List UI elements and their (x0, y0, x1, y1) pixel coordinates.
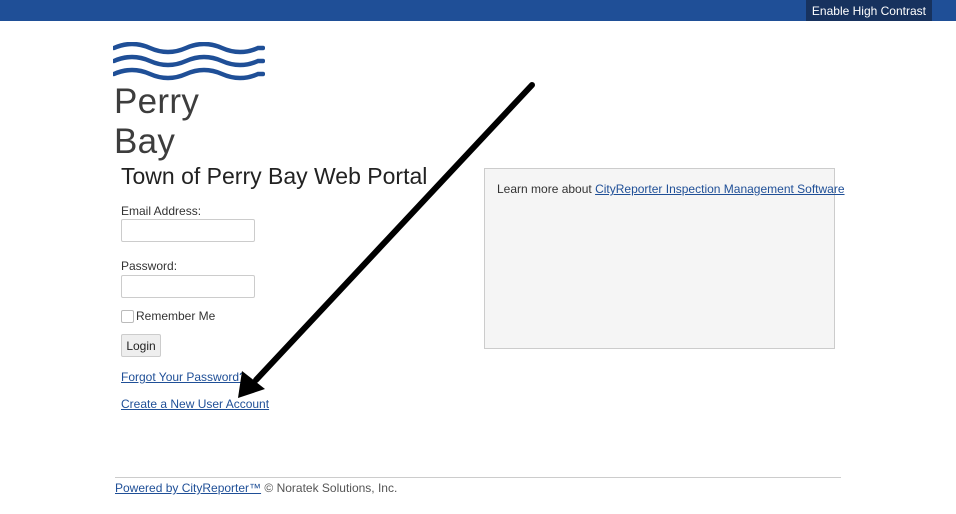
powered-by-link[interactable]: Powered by CityReporter™ (115, 481, 261, 495)
info-text: Learn more about CityReporter Inspection… (497, 182, 845, 196)
info-panel: Learn more about CityReporter Inspection… (484, 168, 845, 349)
cityreporter-link[interactable]: CityReporter Inspection Management Softw… (595, 182, 844, 196)
logo-text: Perry Bay (114, 82, 200, 161)
password-field[interactable] (121, 275, 255, 298)
perry-bay-logo: Perry Bay (113, 42, 268, 161)
create-account-link[interactable]: Create a New User Account (121, 397, 269, 411)
footer: Powered by CityReporter™ © Noratek Solut… (115, 481, 397, 495)
password-label: Password: (121, 259, 178, 273)
page-title: Town of Perry Bay Web Portal (121, 163, 428, 189)
top-bar: Enable High Contrast (0, 0, 956, 21)
email-label: Email Address: (121, 204, 202, 218)
high-contrast-button[interactable]: Enable High Contrast (805, 0, 932, 21)
login-button[interactable]: Login (121, 334, 161, 357)
copyright-text: © Noratek Solutions, Inc. (261, 481, 398, 495)
footer-divider (115, 477, 841, 478)
remember-me-label[interactable]: Remember Me (136, 309, 215, 323)
forgot-password-link[interactable]: Forgot Your Password? (121, 370, 246, 384)
email-field[interactable] (121, 219, 255, 242)
waves-icon (113, 42, 265, 81)
remember-me-checkbox[interactable] (121, 310, 134, 323)
info-prefix: Learn more about (497, 182, 596, 196)
